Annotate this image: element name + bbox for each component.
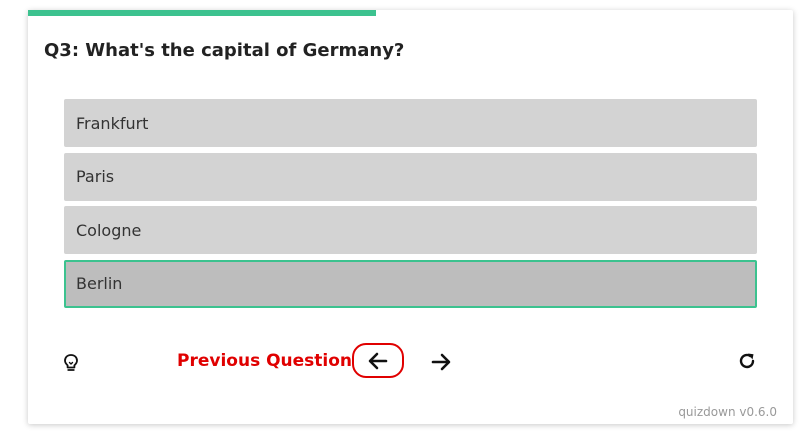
progress-bar-fill: [28, 10, 377, 16]
answer-option-frankfurt[interactable]: Frankfurt: [64, 99, 757, 147]
answer-label: Frankfurt: [76, 113, 149, 133]
version-label: quizdown v0.6.0: [678, 405, 777, 419]
previous-button[interactable]: [352, 343, 404, 378]
arrow-left-icon: [368, 352, 388, 369]
quiz-navigation: Previous Question: [28, 341, 793, 381]
answer-option-paris[interactable]: Paris: [64, 152, 757, 201]
arrow-right-icon: [431, 353, 451, 371]
lightbulb-icon: [64, 354, 78, 371]
next-button[interactable]: [428, 349, 454, 375]
previous-question-label: Previous Question: [177, 351, 353, 371]
answer-list: Frankfurt Paris Cologne Berlin: [64, 99, 757, 313]
reset-button[interactable]: [736, 350, 758, 372]
answer-label: Berlin: [76, 274, 123, 293]
answer-option-berlin[interactable]: Berlin: [64, 259, 757, 308]
reload-icon: [739, 353, 755, 369]
answer-label: Cologne: [76, 220, 142, 240]
answer-option-cologne[interactable]: Cologne: [64, 206, 757, 254]
question-title: Q3: What's the capital of Germany?: [44, 40, 405, 61]
quiz-card: Q3: What's the capital of Germany? Frank…: [28, 10, 793, 424]
answer-label: Paris: [76, 167, 115, 186]
progress-bar: [28, 10, 793, 16]
hint-button[interactable]: [62, 353, 80, 373]
